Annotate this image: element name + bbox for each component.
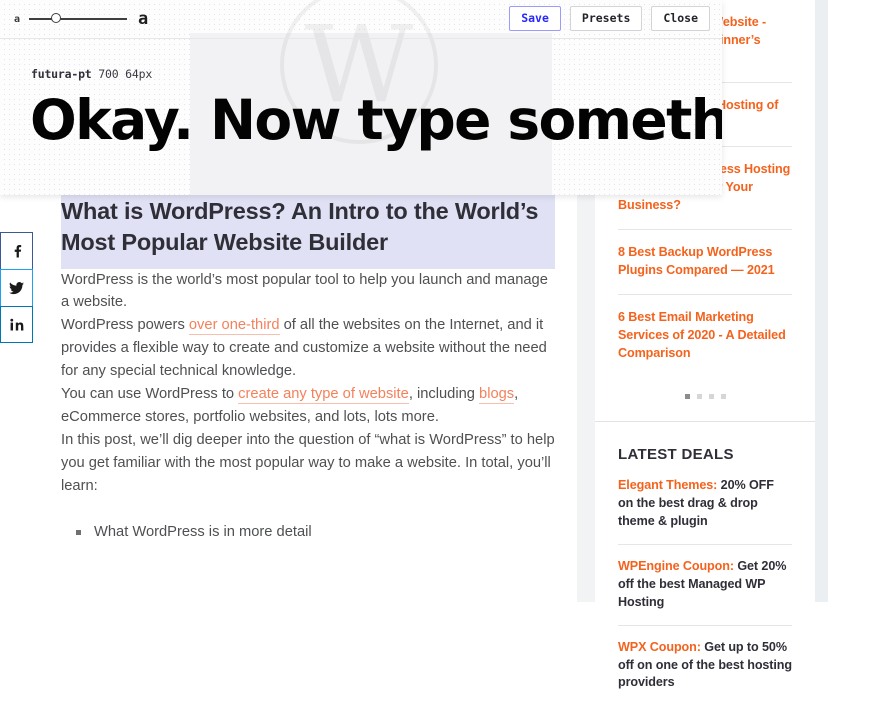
twitter-icon [9,281,24,295]
deal-item[interactable]: WPX Coupon: Get up to 50% off on one of … [618,624,792,705]
carousel-dots[interactable] [595,376,815,421]
article-link[interactable]: over one-third [188,317,280,336]
popular-post-link[interactable]: 6 Best Email Marketing Services of 2020 … [618,293,792,377]
article-link[interactable]: create any type of website [238,386,409,405]
linkedin-icon [9,318,24,331]
latest-deals-widget: LATEST DEALS Elegant Themes: 20% OFF on … [595,422,815,705]
share-button-linkedin[interactable] [0,306,33,343]
facebook-icon [10,244,24,258]
deal-brand: WPX Coupon: [618,639,701,654]
social-share-bar [0,232,33,343]
slider-large-label: a [138,9,149,29]
article-paragraph: In this post, we’ll dig deeper into the … [61,431,555,494]
deal-item[interactable]: WPEngine Coupon: Get 20% off the best Ma… [618,544,792,625]
close-button[interactable]: Close [651,6,710,32]
font-weight-size: 700 64px [98,67,153,81]
carousel-dot[interactable] [720,394,726,400]
font-panel-buttons: Save Presets Close [509,6,710,32]
font-sample-text[interactable]: Okay. Now type something. [30,91,722,150]
carousel-dot[interactable] [684,394,690,400]
page-title: What is WordPress? An Intro to the World… [61,190,555,269]
article-content: What is WordPress? An Intro to the World… [61,190,556,544]
font-preview-panel: W a a Save Presets Close futura-pt 700 6… [0,0,722,195]
share-button-facebook[interactable] [0,232,33,269]
page-right-rail [815,0,828,602]
slider-small-label: a [14,13,21,25]
slider-thumb[interactable] [51,13,62,23]
article-bullet-list: What WordPress is in more detail [61,521,556,544]
article-paragraph: You can use WordPress to create any type… [61,386,519,426]
deal-brand: WPEngine Coupon: [618,559,734,573]
article-body: WordPress is the world’s most popular to… [61,269,556,498]
presets-button[interactable]: Presets [569,6,643,32]
article-link[interactable]: blogs [479,386,515,405]
deal-brand: Elegant Themes: [618,478,718,493]
deals-widget-title: LATEST DEALS [618,446,734,464]
article-paragraph: WordPress powers over one-third of all t… [61,317,547,380]
list-item: What WordPress is in more detail [76,521,556,544]
save-button[interactable]: Save [509,6,561,32]
font-metadata: futura-pt 700 64px [31,67,152,81]
deal-item[interactable]: Elegant Themes: 20% OFF on the best drag… [618,477,792,544]
popular-post-link[interactable]: 8 Best Backup WordPress Plugins Compared… [618,229,792,294]
carousel-dot[interactable] [708,394,714,400]
font-size-slider[interactable]: a a [14,9,148,29]
deals-list: Elegant Themes: 20% OFF on the best drag… [618,477,792,705]
font-panel-toolbar: a a Save Presets Close [0,0,722,39]
share-button-twitter[interactable] [0,269,33,306]
font-family-name: futura-pt [31,67,92,81]
article-paragraph: WordPress is the world’s most popular to… [61,271,548,311]
slider-track[interactable] [29,13,128,23]
carousel-dot[interactable] [696,394,702,400]
